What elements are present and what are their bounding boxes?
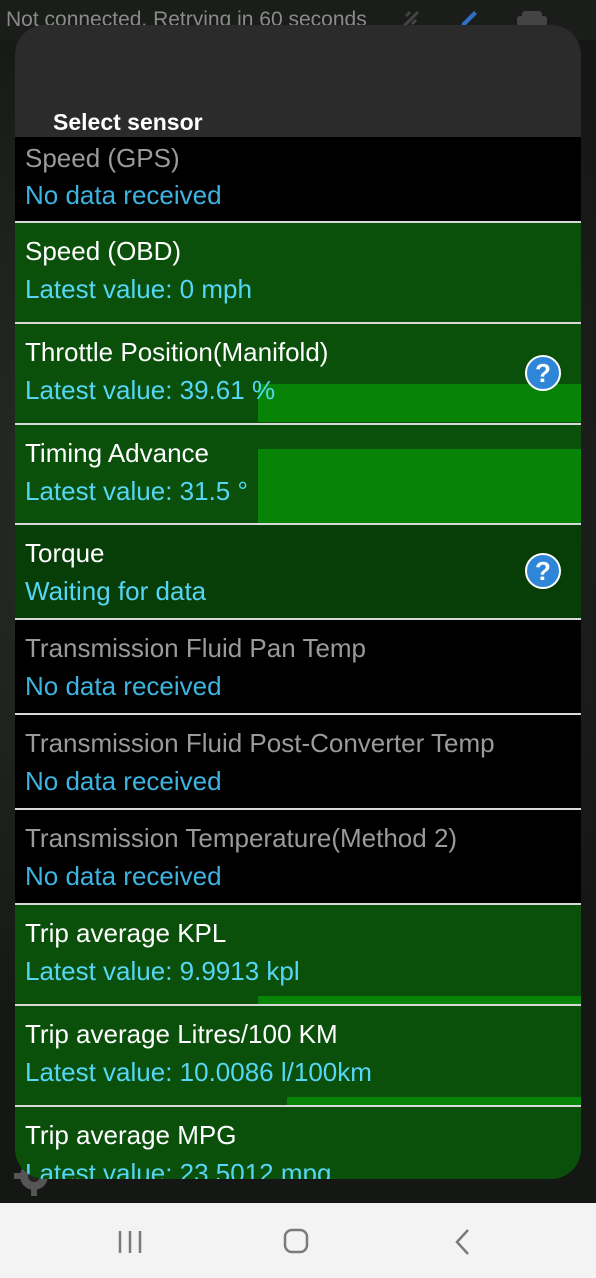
sensor-row[interactable]: Trip average MPG Latest value: 23.5012 mp…: [15, 1107, 581, 1179]
sensor-row[interactable]: Trip average KPL Latest value: 9.9913 kpl: [15, 905, 581, 1006]
sensor-row[interactable]: Transmission Fluid Post-Converter Temp No…: [15, 715, 581, 810]
sensor-row[interactable]: Speed (OBD) Latest value: 0 mph: [15, 223, 581, 324]
value-level-bar: [287, 1097, 581, 1105]
sensor-name: Transmission Fluid Pan Temp: [25, 633, 367, 663]
back-icon[interactable]: [443, 1225, 483, 1259]
sensor-list[interactable]: Speed (GPS) No data received Speed (OBD) La…: [15, 137, 581, 1179]
help-icon[interactable]: ?: [525, 355, 561, 391]
sensor-name: Transmission Fluid Post-Converter Temp: [25, 728, 495, 758]
sensor-row[interactable]: Torque Waiting for data?: [15, 525, 581, 620]
sensor-value: No data received: [25, 180, 222, 210]
sensor-row[interactable]: Timing Advance Latest value: 31.5 °: [15, 425, 581, 525]
sensor-row[interactable]: Throttle Position(Manifold) Latest value:…: [15, 324, 581, 425]
sensor-value: Waiting for data: [25, 576, 207, 606]
sensor-name: Trip average KPL: [25, 918, 227, 948]
value-level-bar: [258, 996, 581, 1004]
sensor-row[interactable]: Transmission Temperature(Method 2) No dat…: [15, 810, 581, 905]
home-icon[interactable]: [276, 1225, 316, 1259]
sensor-row[interactable]: Transmission Fluid Pan Temp No data recei…: [15, 620, 581, 715]
sensor-value: No data received: [25, 861, 222, 891]
sensor-value: Latest value: 9.9913 kpl: [25, 956, 300, 986]
sensor-value: Latest value: 10.0086 l/100km: [25, 1057, 372, 1087]
sensor-value: No data received: [25, 671, 222, 701]
sensor-row[interactable]: Speed (GPS) No data received: [15, 137, 581, 223]
sensor-name: Trip average Litres/100 KM: [25, 1019, 338, 1049]
value-level-bar: [258, 384, 581, 422]
sensor-name: Throttle Position(Manifold): [25, 337, 329, 367]
sensor-name: Torque: [25, 538, 105, 568]
sensor-name: Speed (GPS): [25, 143, 180, 173]
sensor-value: Latest value: 0 mph: [25, 274, 252, 304]
sensor-value: No data received: [25, 766, 222, 796]
recents-icon[interactable]: [110, 1225, 150, 1259]
value-level-bar: [258, 449, 581, 523]
navigation-bar: [0, 1203, 596, 1278]
sensor-name: Timing Advance: [25, 438, 210, 468]
help-icon[interactable]: ?: [525, 553, 561, 589]
sensor-value: Latest value: 23.5012 mpg: [25, 1158, 332, 1179]
sensor-name: Speed (OBD): [25, 236, 182, 266]
sensor-row[interactable]: Trip average Litres/100 KM Latest value: …: [15, 1006, 581, 1107]
sensor-value: Latest value: 39.61 %: [25, 375, 276, 405]
sensor-value: Latest value: 31.5 °: [25, 476, 248, 506]
sensor-name: Transmission Temperature(Method 2): [25, 823, 458, 853]
sensor-name: Trip average MPG: [25, 1120, 237, 1150]
select-sensor-dialog: Select sensor Speed (GPS) No data receive…: [15, 25, 581, 1179]
dialog-title: Select sensor: [53, 109, 203, 135]
